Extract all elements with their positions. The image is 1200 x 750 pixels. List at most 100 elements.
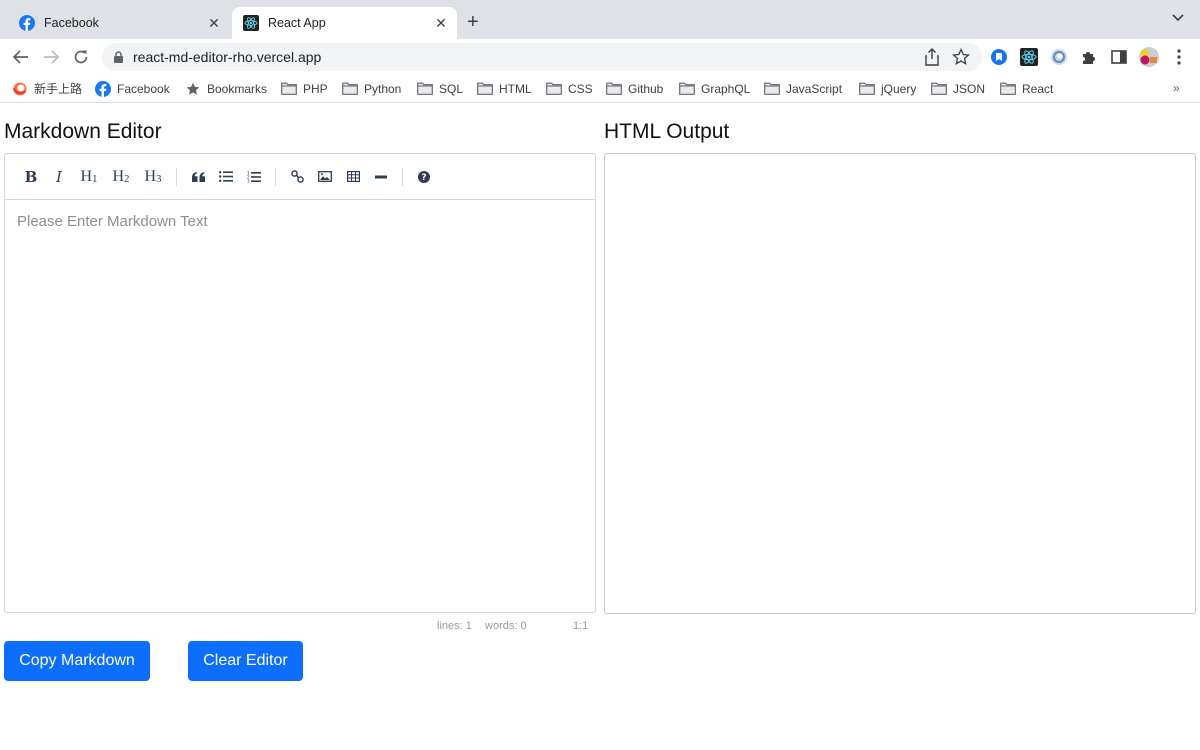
image-button[interactable]: [311, 163, 339, 191]
bookmark-label: JavaScript: [786, 81, 843, 96]
bookmarks-overflow-button[interactable]: »: [1173, 81, 1180, 95]
ordered-list-button[interactable]: 123: [240, 163, 268, 191]
h-sub: 3: [156, 172, 162, 185]
bookmark-label: SQL: [439, 81, 464, 96]
bookmark-label: HTML: [499, 81, 532, 96]
bookmark-label: Github: [628, 81, 664, 96]
close-tab-icon[interactable]: ✕: [431, 15, 451, 32]
italic-icon: I: [56, 167, 62, 186]
react-icon: [243, 15, 259, 31]
ordered-list-icon: 123: [247, 171, 261, 183]
bookmark-item[interactable]: CSS: [546, 80, 593, 97]
bookmark-item[interactable]: HTML: [477, 80, 532, 97]
bookmark-item[interactable]: JavaScript: [764, 80, 842, 97]
bookmarks-bar: » 新手上路 Facebook Bookmarks PHP Python SQL HTML C…: [0, 74, 1200, 103]
folder-icon: [859, 81, 875, 97]
h-sub: 2: [124, 172, 130, 185]
bookmark-label: PHP: [303, 81, 328, 96]
page-content: Markdown Editor HTML Output B I H1 H2 H3…: [0, 104, 1200, 750]
bold-button[interactable]: B: [17, 163, 45, 191]
close-tab-icon[interactable]: ✕: [204, 15, 224, 32]
heading-3-button[interactable]: H3: [137, 163, 169, 191]
bookmark-item[interactable]: jQuery: [859, 80, 916, 97]
h-glyph: H: [144, 167, 157, 185]
folder-icon: [679, 81, 695, 97]
bookmark-label: JSON: [953, 81, 986, 96]
bookmark-item[interactable]: SQL: [417, 80, 463, 97]
profile-avatar[interactable]: [1139, 47, 1159, 67]
bookmark-label: Bookmarks: [207, 81, 268, 96]
new-tab-button[interactable]: +: [467, 11, 479, 33]
arrow-right-icon: [44, 50, 59, 64]
svg-text:?: ?: [421, 173, 426, 183]
share-icon[interactable]: [924, 48, 940, 66]
bookmark-item[interactable]: JSON: [931, 80, 985, 97]
folder-icon: [477, 81, 493, 97]
side-panel-icon[interactable]: [1110, 48, 1128, 66]
editor-heading: Markdown Editor: [4, 120, 162, 143]
bookmark-label: GraphQL: [701, 81, 751, 96]
words-count: words: 0: [485, 620, 527, 632]
quote-icon: [191, 171, 205, 182]
unordered-list-button[interactable]: [212, 163, 240, 191]
cursor-position: 1:1: [573, 620, 589, 632]
bookmark-star-icon[interactable]: [952, 48, 970, 66]
toolbar-separator: [176, 167, 177, 186]
horizontal-rule-icon: [375, 175, 387, 178]
extension-swirl-icon[interactable]: [1050, 48, 1068, 66]
toolbar-separator: [275, 167, 276, 186]
lock-icon: [114, 51, 123, 63]
chevron-down-icon[interactable]: [1172, 14, 1184, 22]
tab-react-app[interactable]: React App ✕: [232, 7, 457, 39]
link-button[interactable]: [283, 163, 311, 191]
reload-button[interactable]: [71, 47, 91, 67]
bookmark-label: Facebook: [117, 81, 170, 96]
puzzle-extensions-icon[interactable]: [1080, 48, 1098, 66]
heading-1-icon: H1: [80, 168, 97, 186]
markdown-editor: B I H1 H2 H3 123 ? Please Enter Markdown…: [4, 153, 596, 613]
unordered-list-icon: [219, 171, 233, 182]
copy-markdown-button[interactable]: Copy Markdown: [4, 641, 150, 681]
table-button[interactable]: [339, 163, 367, 191]
react-devtools-icon[interactable]: [1020, 48, 1038, 66]
kebab-menu-icon[interactable]: [1171, 48, 1187, 66]
facebook-icon: [95, 80, 111, 97]
heading-2-button[interactable]: H2: [105, 163, 137, 191]
firefox-icon: [12, 81, 28, 97]
star-icon: [185, 81, 201, 97]
bookmark-label: React: [1022, 81, 1054, 96]
table-icon: [346, 171, 360, 182]
tab-facebook[interactable]: Facebook ✕: [8, 7, 230, 39]
folder-icon: [606, 81, 622, 97]
horizontal-rule-button[interactable]: [367, 163, 395, 191]
h-glyph: H: [80, 167, 93, 185]
tab-title: React App: [268, 16, 326, 30]
folder-icon: [342, 81, 358, 97]
quote-button[interactable]: [184, 163, 212, 191]
bookmark-item[interactable]: React: [1000, 80, 1053, 97]
bookmark-item[interactable]: Python: [342, 80, 401, 97]
address-bar[interactable]: react-md-editor-rho.vercel.app: [102, 43, 982, 71]
editor-toolbar: B I H1 H2 H3 123 ?: [5, 154, 595, 200]
bookmark-item[interactable]: Github: [606, 80, 663, 97]
bookmark-label: CSS: [568, 81, 593, 96]
help-button[interactable]: ?: [410, 163, 438, 191]
clear-editor-button[interactable]: Clear Editor: [188, 641, 303, 681]
bookmark-item[interactable]: PHP: [281, 80, 328, 97]
h-sub: 1: [92, 172, 98, 185]
bookmark-item[interactable]: Facebook: [95, 80, 170, 97]
heading-2-icon: H2: [112, 168, 129, 186]
folder-icon: [931, 81, 947, 97]
folder-icon: [764, 81, 780, 97]
heading-1-button[interactable]: H1: [73, 163, 105, 191]
italic-button[interactable]: I: [45, 163, 73, 191]
bookmark-item[interactable]: 新手上路: [12, 80, 82, 97]
back-button[interactable]: [11, 47, 31, 67]
h-glyph: H: [112, 167, 125, 185]
forward-button[interactable]: [41, 47, 61, 67]
markdown-input[interactable]: [5, 201, 595, 611]
bookmark-extension-icon[interactable]: [990, 48, 1008, 66]
bookmark-item[interactable]: GraphQL: [679, 80, 750, 97]
image-icon: [318, 171, 332, 182]
bookmark-item[interactable]: Bookmarks: [185, 80, 267, 97]
